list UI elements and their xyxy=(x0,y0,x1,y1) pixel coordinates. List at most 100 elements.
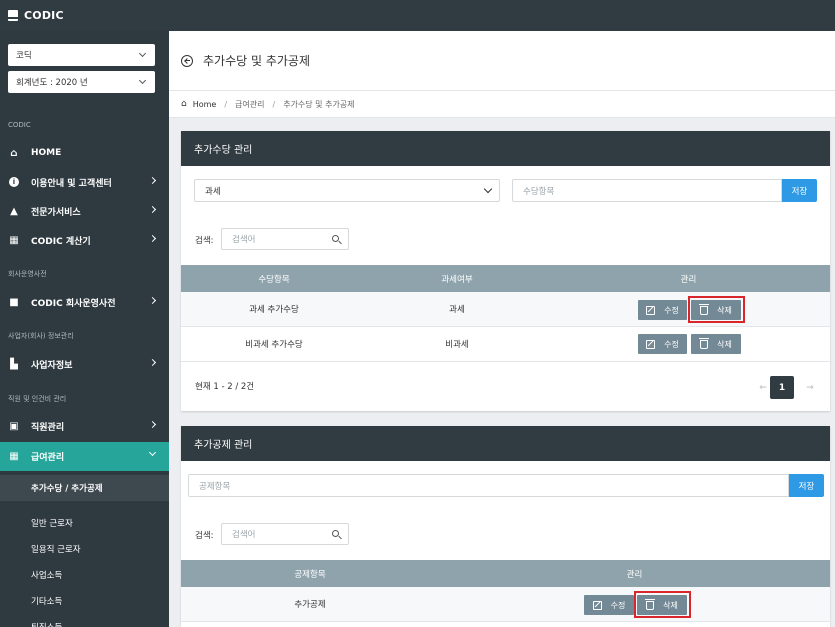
tax-status-cell: 비과세 xyxy=(445,340,469,350)
chevron-right-icon xyxy=(148,296,157,305)
edit-button[interactable]: 수정 xyxy=(584,595,634,615)
deduction-card-title: 추가공제 관리 xyxy=(181,426,830,461)
search-icon xyxy=(332,530,339,537)
edit-icon xyxy=(646,339,656,349)
fiscal-year-value: 회계년도 : 2020 년 xyxy=(16,78,88,88)
allowance-card: 추가수당 관리 과세 수당항목 저장 검색: 검색어 수당항목 과세여부 관리 … xyxy=(181,131,830,411)
sidebar-item-home[interactable]: ⌂ HOME xyxy=(0,139,169,167)
sidebar-item-label: 급여관리 xyxy=(31,453,65,463)
id-card-icon: ▣ xyxy=(9,420,19,432)
deduction-table-header: 공제항목 관리 xyxy=(181,560,830,587)
delete-button[interactable]: 삭제 xyxy=(691,334,741,354)
edit-label: 수정 xyxy=(664,305,679,315)
sidebar-subitem-business-income[interactable]: 사업소득 xyxy=(0,562,169,588)
sidebar-item-guide[interactable]: i 이용안내 및 고객센터 xyxy=(0,168,169,196)
edit-icon xyxy=(592,600,602,610)
breadcrumb-separator: / xyxy=(224,99,228,109)
edit-label: 수정 xyxy=(664,339,679,349)
deduction-card: 추가공제 관리 공제항목 저장 검색: 검색어 공제항목 관리 추가공제 수정 … xyxy=(181,426,830,627)
sidebar-subitem-other-income[interactable]: 기타소득 xyxy=(0,588,169,614)
tax-type-select[interactable]: 과세 xyxy=(194,179,500,202)
search-placeholder: 검색어 xyxy=(232,235,256,245)
allowance-card-title: 추가수당 관리 xyxy=(181,131,830,166)
sidebar-item-dictionary[interactable]: ■ CODIC 회사운영사전 xyxy=(0,288,169,316)
sidebar-item-business-info[interactable]: ▙ 사업자정보 xyxy=(0,350,169,378)
column-header: 과세여부 xyxy=(441,274,473,285)
deduction-save-button[interactable]: 저장 xyxy=(789,474,824,497)
sidebar-subitem-regular[interactable]: 일반 근로자 xyxy=(0,510,169,536)
section-label-dictionary: 회사운영사전 xyxy=(8,270,47,278)
sidebar-item-label: 직원관리 xyxy=(31,422,65,433)
pagination-prev[interactable]: ← xyxy=(753,376,767,399)
table-row: 추가공제 수정 삭제 xyxy=(181,587,830,622)
sidebar-subitem-daily[interactable]: 일용직 근로자 xyxy=(0,536,169,562)
column-header: 공제항목 xyxy=(294,569,326,580)
chevron-down-icon xyxy=(483,184,493,194)
sidebar-item-label: CODIC 회사운영사전 xyxy=(31,298,116,309)
breadcrumb-payroll[interactable]: 급여관리 xyxy=(235,99,264,110)
search-label: 검색: xyxy=(195,531,214,541)
chevron-right-icon xyxy=(148,234,157,243)
table-row: 과세 추가수당 과세 수정 삭제 xyxy=(181,292,830,327)
allowance-table-header: 수당항목 과세여부 관리 xyxy=(181,265,830,292)
main-content: 추가수당 및 추가공제 ⌂ Home / 급여관리 / 추가수당 및 추가공제 … xyxy=(169,31,835,627)
book-icon: ■ xyxy=(9,296,19,308)
chevron-down-icon xyxy=(148,448,157,457)
book-logo-icon xyxy=(8,10,18,21)
back-arrow-icon[interactable] xyxy=(181,54,193,67)
breadcrumb-home[interactable]: Home xyxy=(193,100,217,109)
breadcrumb: ⌂ Home / 급여관리 / 추가수당 및 추가공제 xyxy=(169,91,835,118)
info-icon: i xyxy=(8,176,20,188)
deduction-name-cell: 추가공제 xyxy=(294,600,326,610)
allowance-save-button[interactable]: 저장 xyxy=(782,179,817,202)
edit-label: 수정 xyxy=(610,600,626,610)
chevron-right-icon xyxy=(148,420,157,429)
allowance-item-input[interactable]: 수당항목 xyxy=(512,179,782,202)
allowance-name-cell: 과세 추가수당 xyxy=(249,305,299,315)
sidebar-item-label: CODIC 계산기 xyxy=(31,236,91,247)
column-header: 관리 xyxy=(680,274,697,285)
sidebar-subitem-retirement[interactable]: 퇴직소득 xyxy=(0,614,169,627)
chevron-right-icon xyxy=(148,176,157,185)
column-header: 수당항목 xyxy=(258,274,290,285)
graduation-cap-icon: ▲ xyxy=(10,205,18,217)
deduction-search-input[interactable]: 검색어 xyxy=(221,523,349,545)
chevron-right-icon xyxy=(148,205,157,214)
chevron-down-icon xyxy=(138,49,147,58)
home-icon: ⌂ xyxy=(181,99,187,109)
breadcrumb-current: 추가수당 및 추가공제 xyxy=(283,99,355,109)
delete-label: 삭제 xyxy=(717,339,732,349)
fiscal-year-select[interactable]: 회계년도 : 2020 년 xyxy=(8,71,155,93)
search-icon xyxy=(332,235,339,242)
chevron-down-icon xyxy=(138,76,147,85)
allowance-search-input[interactable]: 검색어 xyxy=(221,228,349,250)
pagination-page-1[interactable]: 1 xyxy=(770,376,794,399)
pagination-next[interactable]: → xyxy=(800,376,814,399)
sidebar: 코딕 회계년도 : 2020 년 CODIC ⌂ HOME i 이용안내 및 고… xyxy=(0,31,169,627)
company-select-value: 코딕 xyxy=(16,51,32,61)
sidebar-item-calculator[interactable]: ▦ CODIC 계산기 xyxy=(0,226,169,254)
page-title: 추가수당 및 추가공제 xyxy=(203,54,310,68)
deduction-item-input[interactable]: 공제항목 xyxy=(188,474,789,497)
sidebar-item-payroll[interactable]: ▦ 급여관리 xyxy=(0,442,169,471)
record-count: 현재 1 - 2 / 2건 xyxy=(195,382,255,392)
top-bar: CODIC xyxy=(0,0,835,31)
edit-button[interactable]: 수정 xyxy=(638,300,687,320)
section-label-business: 사업자(회사) 정보관리 xyxy=(8,332,74,340)
sidebar-item-label: 전문가서비스 xyxy=(31,207,81,218)
edit-button[interactable]: 수정 xyxy=(638,334,687,354)
search-label: 검색: xyxy=(195,236,214,246)
grid-icon: ▦ xyxy=(9,451,19,462)
sidebar-subitem-allowance[interactable]: 추가수당 / 추가공제 xyxy=(0,475,169,501)
page-header: 추가수당 및 추가공제 xyxy=(169,31,835,91)
sidebar-item-expert[interactable]: ▲ 전문가서비스 xyxy=(0,197,169,225)
building-icon: ▙ xyxy=(10,358,18,370)
sidebar-item-label: 사업자정보 xyxy=(31,360,73,371)
company-select[interactable]: 코딕 xyxy=(8,44,155,66)
allowance-name-cell: 비과세 추가수당 xyxy=(245,340,303,350)
highlight-box xyxy=(634,591,691,618)
column-header: 관리 xyxy=(626,569,643,580)
edit-icon xyxy=(646,305,656,315)
brand-name[interactable]: CODIC xyxy=(24,9,64,22)
sidebar-item-staff[interactable]: ▣ 직원관리 xyxy=(0,412,169,440)
